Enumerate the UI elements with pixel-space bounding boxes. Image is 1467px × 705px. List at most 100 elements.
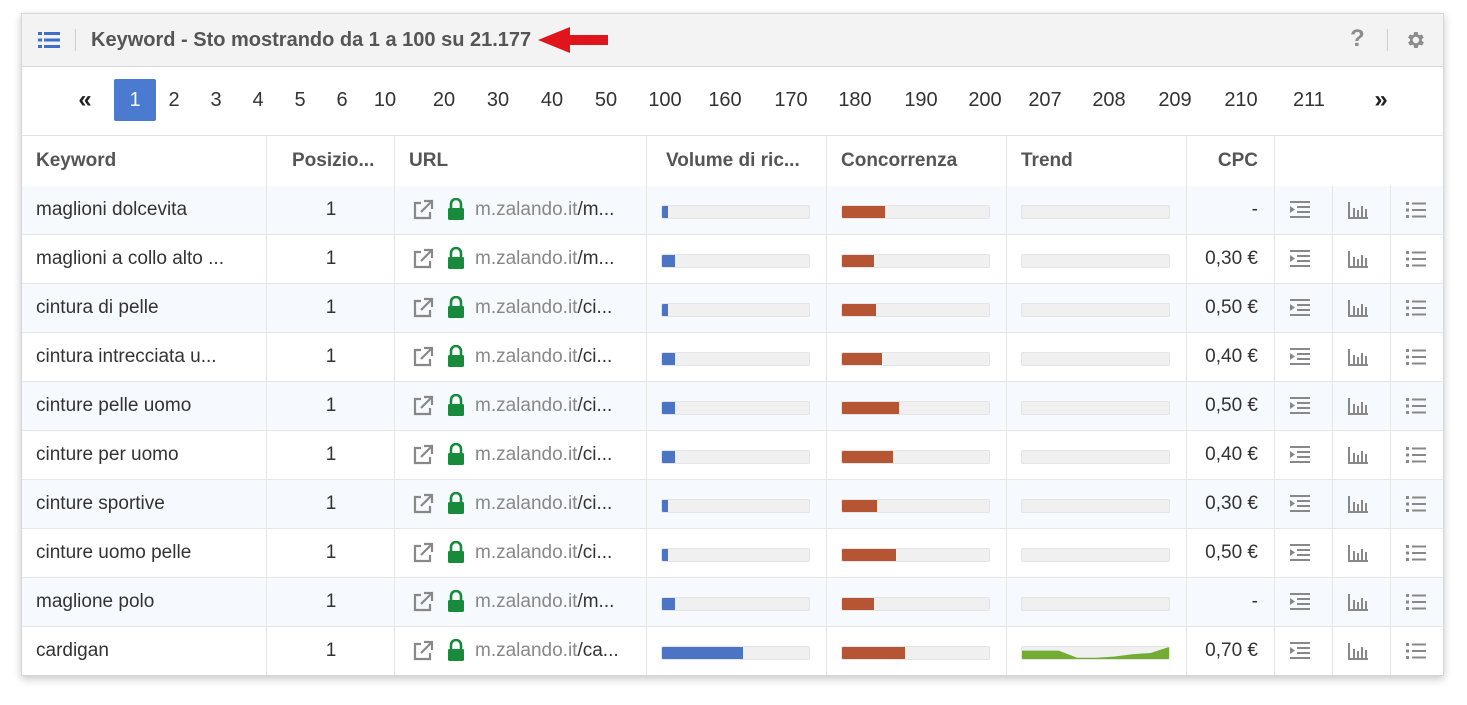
lock-icon [448,443,464,465]
list-icon[interactable] [1405,297,1427,319]
bar-chart-icon[interactable] [1347,346,1369,368]
page-208-button[interactable]: 208 [1084,79,1134,121]
column-keyword[interactable]: Keyword [36,136,266,187]
indent-icon[interactable] [1289,493,1311,515]
page-170-button[interactable]: 170 [762,79,820,121]
column-cpc[interactable]: CPC [1186,136,1258,187]
url-link[interactable]: m.zalando.it/m... [475,235,645,283]
bar-chart-icon[interactable] [1347,542,1369,564]
keyword-cell: cintura intrecciata u... [36,346,217,367]
indent-icon[interactable] [1289,444,1311,466]
column-position[interactable]: Posizio... [292,136,402,187]
lock-icon [448,296,464,318]
cpc-cell: 0,50 € [1205,395,1258,416]
bar-chart-icon[interactable] [1347,395,1369,417]
page-6-button[interactable]: 6 [330,79,354,121]
list-icon[interactable] [1405,542,1427,564]
bar-chart-icon[interactable] [1347,493,1369,515]
external-link-icon[interactable] [412,297,434,319]
url-link[interactable]: m.zalando.it/ci... [475,529,645,577]
page-40-button[interactable]: 40 [528,79,576,121]
list-icon[interactable] [1405,444,1427,466]
page-211-button[interactable]: 211 [1280,79,1338,121]
bar-chart-icon[interactable] [1347,248,1369,270]
url-host: m.zalando.it [475,346,578,367]
indent-icon[interactable] [1289,297,1311,319]
indent-icon[interactable] [1289,591,1311,613]
list-icon[interactable] [1405,346,1427,368]
url-link[interactable]: m.zalando.it/m... [475,186,645,234]
table-row: cinture pelle uomo 1 m.zalando.it/ci... 0,5… [22,382,1443,431]
external-link-icon[interactable] [412,395,434,417]
external-link-icon[interactable] [412,444,434,466]
bar-chart-icon[interactable] [1347,640,1369,662]
external-link-icon[interactable] [412,346,434,368]
bar-chart-icon[interactable] [1347,444,1369,466]
column-competition[interactable]: Concorrenza [841,136,1011,187]
external-link-icon[interactable] [412,199,434,221]
external-link-icon[interactable] [412,640,434,662]
page-209-button[interactable]: 209 [1150,79,1200,121]
column-search-volume[interactable]: Volume di ric... [666,136,836,187]
last-page-button[interactable]: » [1366,79,1396,121]
help-button[interactable]: ? [1350,25,1365,53]
list-icon[interactable] [1405,199,1427,221]
search-volume-fill [662,451,676,463]
url-link[interactable]: m.zalando.it/ci... [475,382,645,430]
keyword-panel: Keyword - Sto mostrando da 1 a 100 su 21… [21,13,1444,676]
column-divider [1274,135,1275,675]
page-50-button[interactable]: 50 [582,79,630,121]
page-3-button[interactable]: 3 [204,79,228,121]
page-5-button[interactable]: 5 [288,79,312,121]
list-icon[interactable] [1405,248,1427,270]
url-link[interactable]: m.zalando.it/ci... [475,284,645,332]
list-icon[interactable] [1405,395,1427,417]
gear-icon[interactable] [1404,29,1426,51]
indent-icon[interactable] [1289,640,1311,662]
page-180-button[interactable]: 180 [826,79,884,121]
indent-icon[interactable] [1289,542,1311,564]
url-path: /ci... [577,297,613,318]
list-icon[interactable] [1405,493,1427,515]
list-icon[interactable] [38,31,60,49]
page-160-button[interactable]: 160 [696,79,754,121]
indent-icon[interactable] [1289,395,1311,417]
url-link[interactable]: m.zalando.it/ci... [475,333,645,381]
page-30-button[interactable]: 30 [474,79,522,121]
first-page-button[interactable]: « [70,79,100,121]
page-200-button[interactable]: 200 [956,79,1014,121]
url-cell: m.zalando.it/m... [412,235,647,283]
indent-icon[interactable] [1289,346,1311,368]
page-1-button[interactable]: 1 [114,79,156,121]
indent-icon[interactable] [1289,199,1311,221]
url-host: m.zalando.it [475,591,578,612]
page-100-button[interactable]: 100 [636,79,694,121]
table-row: cintura intrecciata u... 1 m.zalando.it/ci… [22,333,1443,382]
url-link[interactable]: m.zalando.it/ci... [475,480,645,528]
page-207-button[interactable]: 207 [1020,79,1070,121]
external-link-icon[interactable] [412,542,434,564]
column-trend[interactable]: Trend [1021,136,1191,187]
url-link[interactable]: m.zalando.it/m... [475,578,645,626]
external-link-icon[interactable] [412,493,434,515]
list-icon[interactable] [1405,591,1427,613]
page-4-button[interactable]: 4 [246,79,270,121]
url-link[interactable]: m.zalando.it/ca... [475,627,645,675]
external-link-icon[interactable] [412,248,434,270]
page-2-button[interactable]: 2 [162,79,186,121]
bar-chart-icon[interactable] [1347,591,1369,613]
bar-chart-icon[interactable] [1347,297,1369,319]
position-cell: 1 [325,493,337,514]
competition-fill [842,598,875,610]
indent-icon[interactable] [1289,248,1311,270]
page-210-button[interactable]: 210 [1216,79,1266,121]
page-10-button[interactable]: 10 [368,79,402,121]
url-link[interactable]: m.zalando.it/ci... [475,431,645,479]
list-icon[interactable] [1405,640,1427,662]
page-20-button[interactable]: 20 [420,79,468,121]
bar-chart-icon[interactable] [1347,199,1369,221]
external-link-icon[interactable] [412,591,434,613]
column-url[interactable]: URL [409,136,639,187]
page-190-button[interactable]: 190 [892,79,950,121]
url-host: m.zalando.it [475,640,578,661]
